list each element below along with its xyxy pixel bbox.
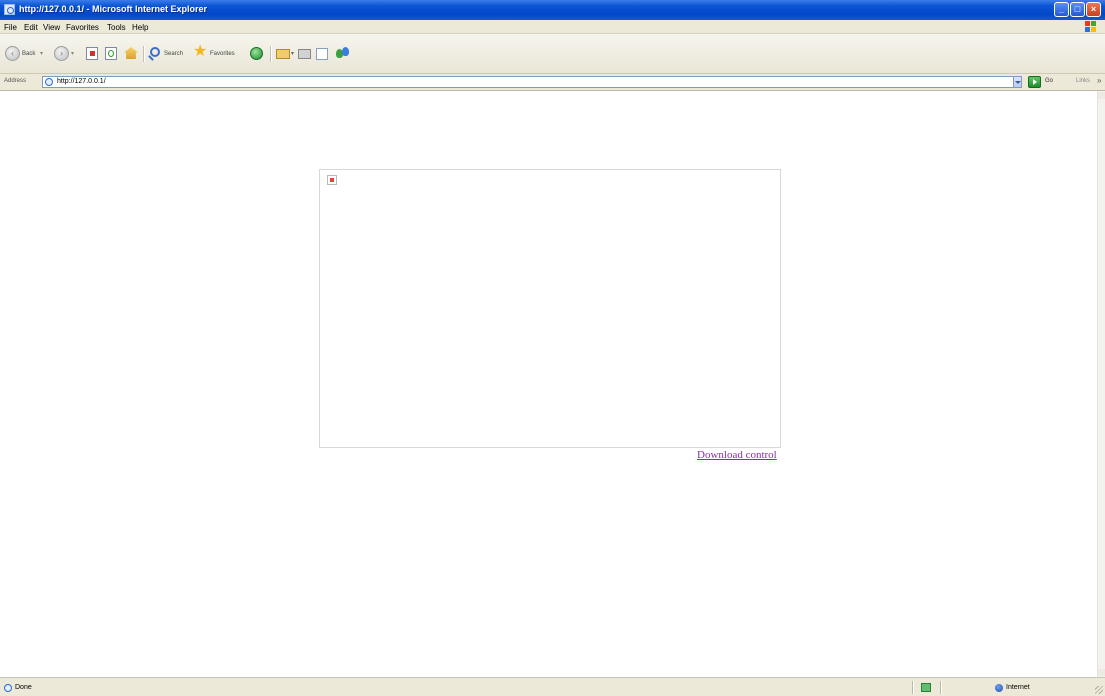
address-bar: Address http://127.0.0.1/ Go Links » — [0, 74, 1105, 91]
page-content: Download control — [0, 91, 1097, 677]
scroll-down-arrow[interactable] — [1098, 669, 1105, 676]
title-bar[interactable]: http://127.0.0.1/ - Microsoft Internet E… — [0, 0, 1105, 20]
windows-logo-icon — [1085, 21, 1097, 33]
standard-toolbar: ‹ Back ▾ › ▾ Search ★ Favorites ▾ — [0, 34, 1105, 74]
search-button[interactable]: Search — [148, 46, 190, 62]
menu-bar: File Edit View Favorites Tools Help — [0, 20, 1105, 34]
address-url[interactable]: http://127.0.0.1/ — [57, 78, 106, 85]
embedded-control-placeholder[interactable] — [319, 169, 781, 448]
menu-favorites[interactable]: Favorites — [66, 23, 99, 32]
back-dropdown-icon[interactable]: ▾ — [40, 50, 43, 57]
edit-icon[interactable] — [316, 48, 328, 60]
refresh-icon[interactable] — [105, 47, 117, 60]
scroll-up-arrow[interactable] — [1098, 92, 1105, 99]
forward-button[interactable]: › — [54, 46, 69, 61]
back-label: Back — [22, 51, 36, 57]
status-bar: Done Internet — [0, 677, 1105, 696]
favorites-button[interactable]: ★ Favorites — [193, 44, 245, 62]
menu-file[interactable]: File — [4, 23, 17, 32]
messenger-icon[interactable] — [336, 46, 350, 60]
go-button[interactable]: Go — [1045, 78, 1053, 84]
menu-view[interactable]: View — [43, 23, 60, 32]
address-label: Address — [4, 78, 27, 84]
vertical-scrollbar[interactable] — [1097, 91, 1105, 677]
security-zone-icon — [921, 683, 931, 692]
favorites-label: Favorites — [210, 51, 235, 57]
menu-help[interactable]: Help — [132, 23, 148, 32]
status-text: Done — [15, 684, 32, 691]
window-title: http://127.0.0.1/ - Microsoft Internet E… — [19, 4, 208, 14]
print-icon[interactable] — [298, 49, 311, 59]
links-chevron-icon[interactable]: » — [1097, 76, 1101, 85]
minimize-button[interactable]: _ — [1054, 2, 1069, 17]
back-icon: ‹ — [11, 48, 14, 58]
maximize-button[interactable]: □ — [1070, 2, 1085, 17]
ie-page-icon — [4, 684, 12, 692]
toolbar-separator — [143, 46, 145, 62]
links-button[interactable]: Links — [1076, 78, 1090, 84]
home-icon[interactable] — [124, 47, 138, 59]
address-input[interactable]: http://127.0.0.1/ — [42, 76, 1020, 88]
ie-page-icon — [45, 78, 53, 86]
favorites-star-icon: ★ — [193, 43, 208, 60]
forward-dropdown-icon[interactable]: ▾ — [71, 50, 74, 57]
status-divider — [912, 681, 914, 694]
ie-page-icon[interactable] — [4, 4, 15, 15]
zone-label: Internet — [1006, 684, 1030, 691]
search-label: Search — [164, 51, 184, 57]
mail-dropdown-icon[interactable]: ▾ — [291, 50, 294, 57]
toolbar-separator-2 — [270, 46, 272, 62]
menu-tools[interactable]: Tools — [107, 23, 126, 32]
media-icon[interactable] — [250, 47, 263, 60]
close-button[interactable]: × — [1086, 2, 1101, 17]
status-divider — [940, 681, 942, 694]
address-dropdown-button[interactable] — [1013, 76, 1022, 88]
resize-grip[interactable] — [1095, 686, 1103, 694]
menu-edit[interactable]: Edit — [24, 23, 38, 32]
mail-icon[interactable] — [276, 49, 290, 59]
forward-icon: › — [60, 48, 63, 58]
stop-icon[interactable] — [86, 47, 98, 60]
globe-icon — [995, 684, 1003, 692]
go-arrow-icon[interactable] — [1028, 76, 1041, 88]
download-control-link[interactable]: Download control — [697, 449, 777, 461]
back-button[interactable]: ‹ — [5, 46, 20, 61]
search-icon — [150, 47, 160, 57]
broken-plugin-icon — [327, 175, 337, 185]
